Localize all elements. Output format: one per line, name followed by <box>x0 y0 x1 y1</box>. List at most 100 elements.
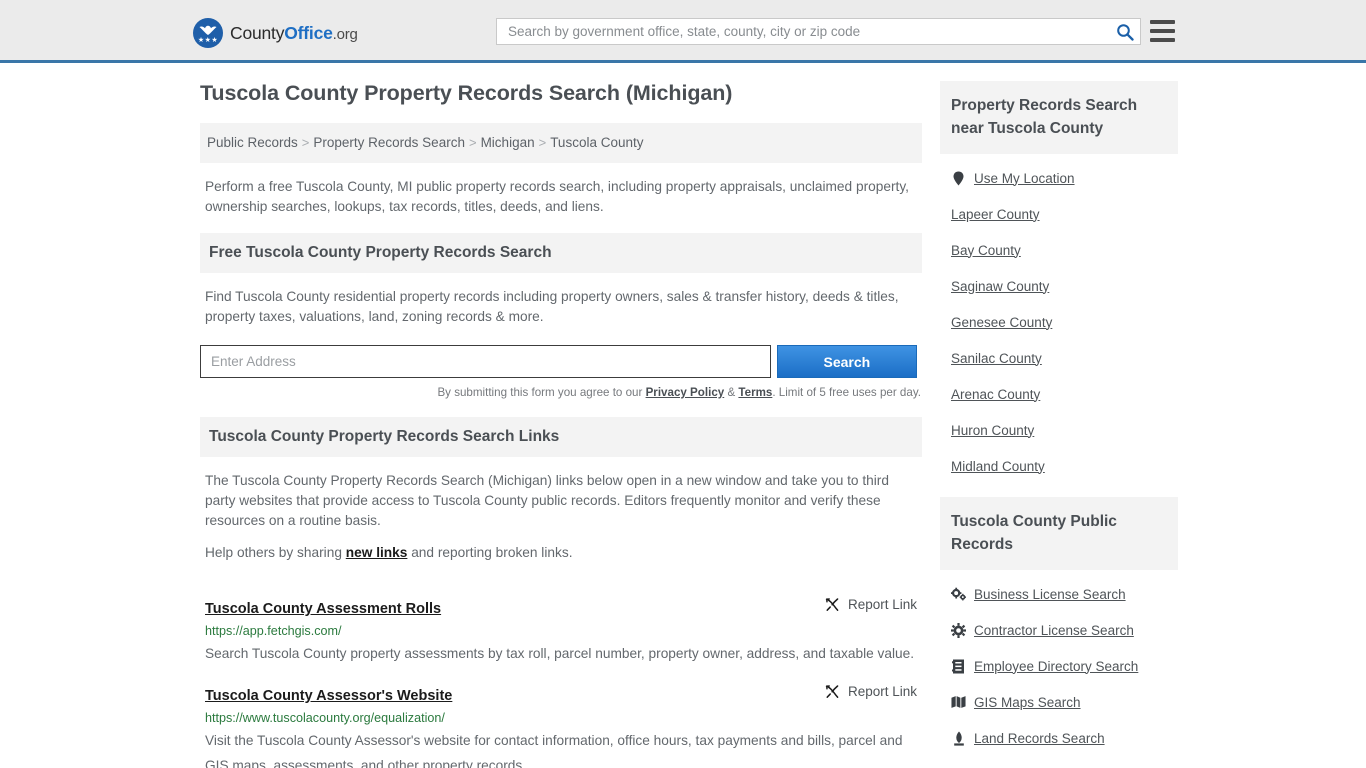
disclaimer-amp: & <box>724 386 739 399</box>
hamburger-bar <box>1150 29 1175 33</box>
main-content: Tuscola County Property Records Search (… <box>200 81 922 768</box>
form-disclaimer: By submitting this form you agree to our… <box>200 386 922 399</box>
list-item[interactable]: Lapeer County <box>951 196 1178 232</box>
sidebar-link-lapeer-county[interactable]: Lapeer County <box>951 207 1040 222</box>
report-link-button[interactable]: Report Link <box>824 683 917 700</box>
page-intro-text: Perform a free Tuscola County, MI public… <box>205 179 909 214</box>
sidebar-link-saginaw-county[interactable]: Saginaw County <box>951 279 1049 294</box>
list-item[interactable]: Arenac County <box>951 376 1178 412</box>
logo-text-county: County <box>230 22 285 43</box>
list-item[interactable]: GIS Maps Search <box>951 684 1178 720</box>
breadcrumb-separator: > <box>468 135 477 150</box>
privacy-policy-link[interactable]: Privacy Policy <box>646 386 725 399</box>
share-links-text: Help others by sharing new links and rep… <box>205 543 917 563</box>
sidebar-link-arenac-county[interactable]: Arenac County <box>951 387 1040 402</box>
sidebar: Property Records Search near Tuscola Cou… <box>940 81 1178 768</box>
report-link-label: Report Link <box>847 597 917 612</box>
address-search-form: Search <box>200 345 917 378</box>
site-header: ★★★ CountyOffice.org <box>0 0 1366 63</box>
list-item[interactable]: Employee Directory Search <box>951 648 1178 684</box>
site-logo[interactable]: ★★★ CountyOffice.org <box>193 18 358 48</box>
global-search-input[interactable] <box>506 23 1116 40</box>
cogs-icon <box>951 587 966 601</box>
breadcrumb-item-property-records-search[interactable]: Property Records Search <box>313 135 465 150</box>
links-section-heading-band: Tuscola County Property Records Search L… <box>200 417 922 457</box>
monument-icon <box>951 731 966 746</box>
sidebar-link-business-license-search[interactable]: Business License Search <box>974 587 1126 602</box>
links-section-description: The Tuscola County Property Records Sear… <box>205 473 889 528</box>
link-entry: Tuscola County Assessment Rolls Report L… <box>205 579 917 666</box>
report-link-button[interactable]: Report Link <box>824 596 917 613</box>
sidebar-link-bay-county[interactable]: Bay County <box>951 243 1021 258</box>
broken-link-icon <box>824 683 841 700</box>
address-input[interactable] <box>200 345 771 378</box>
link-entry-title[interactable]: Tuscola County Assessment Rolls <box>205 601 441 617</box>
logo-text-tld: .org <box>332 25 358 43</box>
sidebar-link-use-my-location[interactable]: Use My Location <box>974 171 1075 186</box>
list-item[interactable]: Huron County <box>951 412 1178 448</box>
map-pin-icon <box>951 171 966 186</box>
page-title: Tuscola County Property Records Search (… <box>200 81 733 105</box>
hamburger-bar <box>1150 20 1175 24</box>
sidebar-link-sanilac-county[interactable]: Sanilac County <box>951 351 1042 366</box>
eagle-seal-icon: ★★★ <box>193 18 223 48</box>
hamburger-bar <box>1150 38 1175 42</box>
list-item[interactable]: Business License Search <box>951 576 1178 612</box>
address-search-button[interactable]: Search <box>776 345 917 378</box>
nearby-search-heading-band: Property Records Search near Tuscola Cou… <box>940 81 1178 154</box>
breadcrumb-separator: > <box>301 135 310 150</box>
breadcrumb-item-michigan[interactable]: Michigan <box>481 135 535 150</box>
sidebar-link-land-records-search[interactable]: Land Records Search <box>974 731 1105 746</box>
link-entry-url[interactable]: https://app.fetchgis.com/ <box>205 624 917 638</box>
report-link-label: Report Link <box>847 684 917 699</box>
breadcrumb: Public Records > Property Records Search > M… <box>200 123 922 163</box>
list-item[interactable]: Land Records Search <box>951 720 1178 756</box>
disclaimer-suffix: . Limit of 5 free uses per day. <box>772 386 921 399</box>
link-entry-description: Visit the Tuscola County Assessor's webs… <box>205 733 903 768</box>
sidebar-link-contractor-license-search[interactable]: Contractor License Search <box>974 623 1134 638</box>
page-body: Tuscola County Property Records Search (… <box>0 63 1366 768</box>
hamburger-menu-icon[interactable] <box>1150 20 1175 42</box>
logo-wordmark: CountyOffice.org <box>230 23 358 44</box>
list-item[interactable]: Bay County <box>951 232 1178 268</box>
link-entry-header: Tuscola County Assessor's Website Report… <box>205 683 917 704</box>
eagle-glyph <box>199 25 217 35</box>
public-records-heading: Tuscola County Public Records <box>951 513 1117 553</box>
links-section-heading: Tuscola County Property Records Search L… <box>209 428 560 445</box>
sidebar-link-midland-county[interactable]: Midland County <box>951 459 1045 474</box>
list-item[interactable]: Sanilac County <box>951 340 1178 376</box>
disclaimer-prefix: By submitting this form you agree to our <box>437 386 646 399</box>
free-search-description: Find Tuscola County residential property… <box>205 289 899 324</box>
public-records-heading-band: Tuscola County Public Records <box>940 497 1178 570</box>
list-item[interactable]: Genesee County <box>951 304 1178 340</box>
global-search-bar[interactable] <box>496 18 1141 45</box>
link-entry-title[interactable]: Tuscola County Assessor's Website <box>205 688 452 704</box>
sidebar-link-genesee-county[interactable]: Genesee County <box>951 315 1052 330</box>
nearby-county-list: Use My Location Lapeer County Bay County… <box>940 154 1178 484</box>
map-icon <box>951 695 966 709</box>
sidebar-divider-space <box>940 484 1178 497</box>
terms-link[interactable]: Terms <box>738 386 772 399</box>
logo-text-office: Office <box>284 22 333 43</box>
list-item[interactable]: Saginaw County <box>951 268 1178 304</box>
list-item[interactable]: Contractor License Search <box>951 612 1178 648</box>
link-entry-header: Tuscola County Assessment Rolls Report L… <box>205 596 917 617</box>
address-book-icon <box>951 659 966 674</box>
nearby-search-heading: Property Records Search near Tuscola Cou… <box>951 97 1138 137</box>
free-search-heading-band: Free Tuscola County Property Records Sea… <box>200 233 922 273</box>
public-records-list: Business License Search Contractor Licen… <box>940 570 1178 756</box>
broken-link-icon <box>824 596 841 613</box>
list-item[interactable]: Use My Location <box>951 160 1178 196</box>
new-links-link[interactable]: new links <box>346 545 408 560</box>
link-entry-url[interactable]: https://www.tuscolacounty.org/equalizati… <box>205 711 917 725</box>
search-icon[interactable] <box>1116 23 1134 41</box>
breadcrumb-item-tuscola-county[interactable]: Tuscola County <box>550 135 643 150</box>
cog-icon <box>951 622 966 638</box>
list-item[interactable]: Midland County <box>951 448 1178 484</box>
free-search-heading: Free Tuscola County Property Records Sea… <box>209 244 552 261</box>
breadcrumb-item-public-records[interactable]: Public Records <box>207 135 298 150</box>
sidebar-link-gis-maps-search[interactable]: GIS Maps Search <box>974 695 1081 710</box>
sidebar-link-employee-directory-search[interactable]: Employee Directory Search <box>974 659 1138 674</box>
sidebar-link-huron-county[interactable]: Huron County <box>951 423 1034 438</box>
share-suffix: and reporting broken links. <box>407 545 573 560</box>
